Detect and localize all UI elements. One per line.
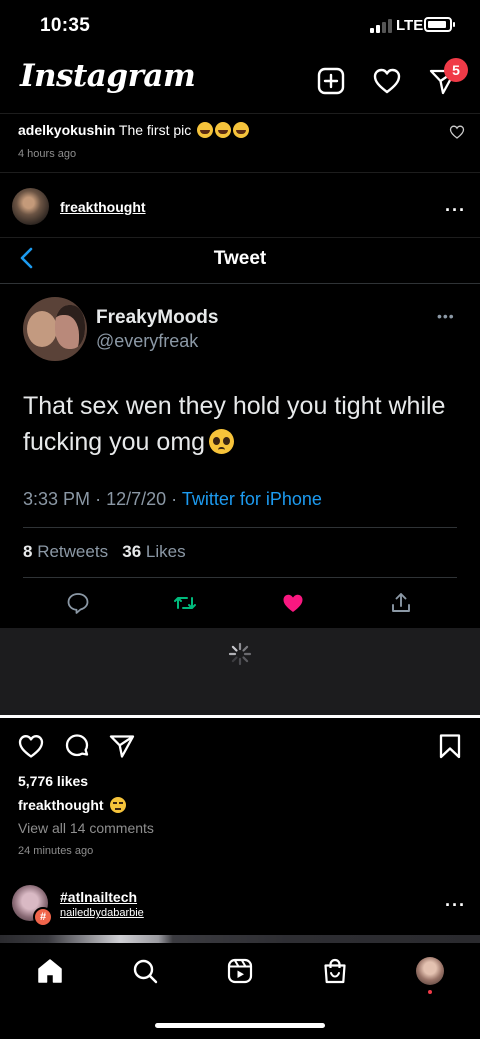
laughing-emoji xyxy=(233,122,250,138)
comment-like-icon[interactable] xyxy=(449,124,465,140)
status-time: 10:35 xyxy=(40,15,91,36)
tweet-meta: 3:33 PM · 12/7/20 · Twitter for iPhone xyxy=(23,489,322,510)
tweet-author-handle: @everyfreak xyxy=(96,331,199,351)
home-indicator[interactable] xyxy=(155,1023,325,1028)
divider xyxy=(23,577,457,578)
search-icon[interactable] xyxy=(131,957,159,985)
laughing-emoji xyxy=(215,122,232,138)
more-dots-icon[interactable]: ··· xyxy=(445,895,466,916)
avatar[interactable] xyxy=(12,188,49,225)
like-icon xyxy=(283,594,303,612)
media-bottom-edge xyxy=(0,715,480,718)
tweet-text-content: That sex wen they hold you tight while f… xyxy=(23,392,446,456)
battery-icon xyxy=(424,17,455,32)
likes-count: 36 xyxy=(122,542,142,561)
tweet-source: Twitter for iPhone xyxy=(181,489,322,509)
likes-count[interactable]: 5,776 likes xyxy=(18,773,88,789)
profile-notification-dot xyxy=(428,990,432,994)
divider xyxy=(0,237,480,238)
post-time: 24 minutes ago xyxy=(18,845,94,857)
profile-avatar[interactable] xyxy=(416,957,444,985)
unamused-face-emoji xyxy=(110,797,127,813)
pleading-face-emoji xyxy=(209,429,235,454)
tweet-date: 12/7/20 xyxy=(106,489,167,509)
caption-username[interactable]: freakthought xyxy=(18,797,104,813)
tweet-stats: 8 Retweets 36 Likes xyxy=(23,542,186,562)
tweet-text: That sex wen they hold you tight while f… xyxy=(23,388,463,460)
status-bar: 10:35 LTE xyxy=(0,0,480,52)
post-username[interactable]: freakthought xyxy=(60,199,146,215)
retweets-count: 8 xyxy=(23,542,33,561)
home-icon[interactable] xyxy=(36,957,64,985)
loading-spinner-icon xyxy=(228,642,252,666)
app-header: Instagram xyxy=(0,52,480,114)
signal-icon xyxy=(370,19,392,33)
tweet-time: 3:33 PM xyxy=(23,489,91,509)
share-icon xyxy=(392,593,410,612)
divider xyxy=(23,527,457,528)
previous-post-username[interactable]: adelkyokushin xyxy=(18,122,115,138)
retweets-label: Retweets xyxy=(37,542,109,561)
view-comments-link[interactable]: View all 14 comments xyxy=(18,820,154,836)
tweet-author-name: FreakyMoods xyxy=(96,307,219,328)
previous-post-caption-text: The first pic xyxy=(118,122,192,138)
previous-post-time: 4 hours ago xyxy=(18,148,77,160)
share-icon[interactable] xyxy=(108,732,136,760)
instagram-logo[interactable]: Instagram xyxy=(20,58,196,94)
tweet-more-icon: ••• xyxy=(437,308,455,324)
shop-icon[interactable] xyxy=(321,957,349,985)
reels-icon[interactable] xyxy=(226,957,254,985)
more-dots-icon[interactable]: ··· xyxy=(445,200,466,221)
post-caption: freakthought xyxy=(18,797,127,813)
divider xyxy=(0,172,480,173)
tweet-author-avatar xyxy=(23,297,87,361)
like-icon[interactable] xyxy=(17,732,45,760)
retweet-icon xyxy=(174,597,196,609)
notification-badge: 5 xyxy=(444,58,468,82)
new-post-icon[interactable] xyxy=(316,66,346,96)
network-label: LTE xyxy=(396,17,424,34)
previous-post-caption: adelkyokushin The first pic xyxy=(18,122,250,138)
next-post-image xyxy=(0,935,480,943)
likes-label: Likes xyxy=(145,542,186,561)
save-icon[interactable] xyxy=(436,732,464,760)
tweet-nav-title: Tweet xyxy=(213,248,267,269)
next-post-hashtag[interactable]: #atlnailtech xyxy=(60,889,137,905)
hashtag-badge-icon: # xyxy=(33,907,53,927)
divider xyxy=(0,283,480,284)
laughing-emoji xyxy=(197,122,214,138)
comment-icon[interactable] xyxy=(63,732,91,760)
meta-separator: · xyxy=(171,489,178,509)
next-post-username[interactable]: nailedbydabarbie xyxy=(60,907,144,919)
reply-icon xyxy=(67,593,89,614)
divider xyxy=(0,113,480,114)
meta-separator: · xyxy=(95,489,102,509)
heart-icon[interactable] xyxy=(372,66,402,96)
